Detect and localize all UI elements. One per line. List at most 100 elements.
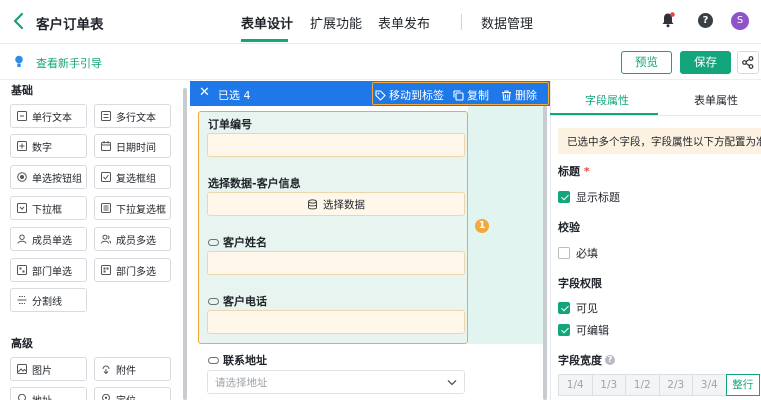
radio-icon (17, 172, 27, 182)
link-icon (208, 297, 219, 305)
location-icon (17, 393, 27, 400)
customer-name-input[interactable] (207, 251, 465, 275)
tab-divider (461, 14, 462, 30)
field-multi-line-text[interactable]: 多行文本 (94, 104, 171, 128)
checkbox-unchecked-icon (558, 247, 570, 259)
number-icon (17, 141, 27, 151)
editable-checkbox[interactable]: 可编辑 (558, 322, 609, 338)
link-icon (208, 356, 219, 364)
required-checkbox[interactable]: 必填 (558, 245, 598, 261)
required-asterisk: * (583, 165, 590, 178)
preview-button[interactable]: 预览 (621, 51, 672, 74)
palette-scrollbar[interactable] (183, 88, 187, 400)
database-icon (308, 198, 317, 209)
link-icon (208, 238, 219, 246)
department-icon (17, 265, 27, 275)
tag-icon (375, 89, 386, 101)
customer-phone-input[interactable] (207, 310, 465, 334)
bell-icon[interactable] (661, 12, 675, 28)
show-title-checkbox[interactable]: 显示标题 (558, 189, 620, 205)
tab-form-publish[interactable]: 表单发布 (378, 13, 430, 32)
share-button[interactable] (737, 51, 759, 74)
address-select[interactable]: 请选择地址 (207, 370, 465, 394)
copy-button[interactable]: 复制 (453, 87, 489, 103)
multi-line-text-icon (101, 111, 111, 121)
copy-icon (453, 89, 464, 101)
title-section: 标题 * (558, 165, 590, 178)
field-number[interactable]: 数字 (10, 134, 87, 158)
tab-data-management[interactable]: 数据管理 (481, 13, 533, 32)
back-arrow-icon[interactable] (12, 11, 26, 31)
guide-link[interactable]: 查看新手引导 (36, 55, 102, 71)
width-option[interactable]: 1/3 (591, 374, 626, 396)
multi-select-notice: 已选中多个字段，字段属性以下方配置为准 (558, 128, 761, 154)
save-button[interactable]: 保存 (680, 51, 731, 74)
dropdown-icon (17, 203, 27, 213)
width-option-selected[interactable]: 整行 (725, 374, 760, 396)
checkbox-checked-icon (558, 324, 570, 336)
field-member-multi[interactable]: 成员多选 (94, 227, 171, 251)
selection-count: 已选 4 (218, 89, 251, 102)
order-no-input[interactable] (207, 133, 465, 157)
share-icon (742, 56, 754, 69)
move-to-tag-button[interactable]: 移动到标签 (375, 87, 444, 103)
step-badge-1: 1 (475, 219, 489, 233)
width-option[interactable]: 3/4 (692, 374, 727, 396)
field-radio-group[interactable]: 单选按钮组 (10, 165, 87, 189)
width-option[interactable]: 2/3 (658, 374, 693, 396)
field-image[interactable]: 图片 (10, 357, 87, 381)
single-line-text-icon (17, 111, 27, 121)
field-address[interactable]: 地址 (10, 387, 87, 400)
field-department-multi[interactable]: 部门多选 (94, 258, 171, 282)
tab-extensions[interactable]: 扩展功能 (310, 13, 362, 32)
lightbulb-icon (14, 55, 24, 68)
field-single-line-text[interactable]: 单行文本 (10, 104, 87, 128)
width-segmented-control: 1/4 1/3 1/2 2/3 3/4 整行 (558, 374, 760, 396)
field-attachment[interactable]: 附件 (94, 357, 171, 381)
checkbox-checked-icon (558, 302, 570, 314)
width-option[interactable]: 1/2 (625, 374, 660, 396)
departments-icon (101, 265, 111, 275)
form-title: 客户订单表 (36, 17, 104, 33)
field-datetime[interactable]: 日期时间 (94, 134, 171, 158)
field-locate[interactable]: 定位 (94, 387, 171, 400)
field-member-single[interactable]: 成员单选 (10, 227, 87, 251)
advanced-section-title: 高级 (11, 337, 33, 350)
active-tab-indicator (550, 113, 658, 115)
avatar[interactable]: S (731, 12, 749, 30)
width-section: 字段宽度 ? (558, 352, 615, 368)
field-dropdown-checkbox[interactable]: 下拉复选框 (94, 196, 171, 220)
validation-section: 校验 (558, 221, 580, 234)
help-icon[interactable]: ? (605, 355, 615, 365)
locate-icon (101, 393, 111, 400)
dropdown-checkbox-icon (101, 203, 111, 213)
chevron-down-icon (447, 379, 457, 385)
checkbox-checked-icon (558, 191, 570, 203)
help-icon[interactable]: ? (698, 13, 713, 28)
select-data-button[interactable]: 选择数据 (207, 192, 465, 216)
field-label-customer-phone: 客户电话 (208, 293, 267, 309)
field-department-single[interactable]: 部门单选 (10, 258, 87, 282)
image-icon (17, 364, 27, 374)
tab-form-properties[interactable]: 表单属性 (694, 92, 738, 108)
basic-section-title: 基础 (11, 84, 33, 97)
permission-section: 字段权限 (558, 277, 602, 290)
field-divider[interactable]: 分割线 (10, 288, 87, 312)
tab-field-properties[interactable]: 字段属性 (585, 92, 629, 108)
tab-form-design[interactable]: 表单设计 (241, 13, 293, 32)
tab-baseline (550, 115, 761, 116)
field-checkbox-group[interactable]: 复选框组 (94, 165, 171, 189)
checkbox-icon (101, 172, 111, 182)
active-tab-indicator (241, 39, 288, 42)
width-option[interactable]: 1/4 (558, 374, 593, 396)
field-label-customer-name: 客户姓名 (208, 234, 267, 250)
attachment-icon (101, 364, 111, 375)
visible-checkbox[interactable]: 可见 (558, 300, 598, 316)
delete-button[interactable]: 删除 (501, 87, 537, 103)
canvas-scrollbar[interactable] (543, 106, 547, 400)
members-icon (101, 234, 112, 244)
field-dropdown[interactable]: 下拉框 (10, 196, 87, 220)
close-selection-icon[interactable]: ✕ (199, 86, 210, 100)
field-label-address: 联系地址 (208, 352, 267, 368)
field-label-select-data: 选择数据-客户信息 (208, 177, 301, 190)
